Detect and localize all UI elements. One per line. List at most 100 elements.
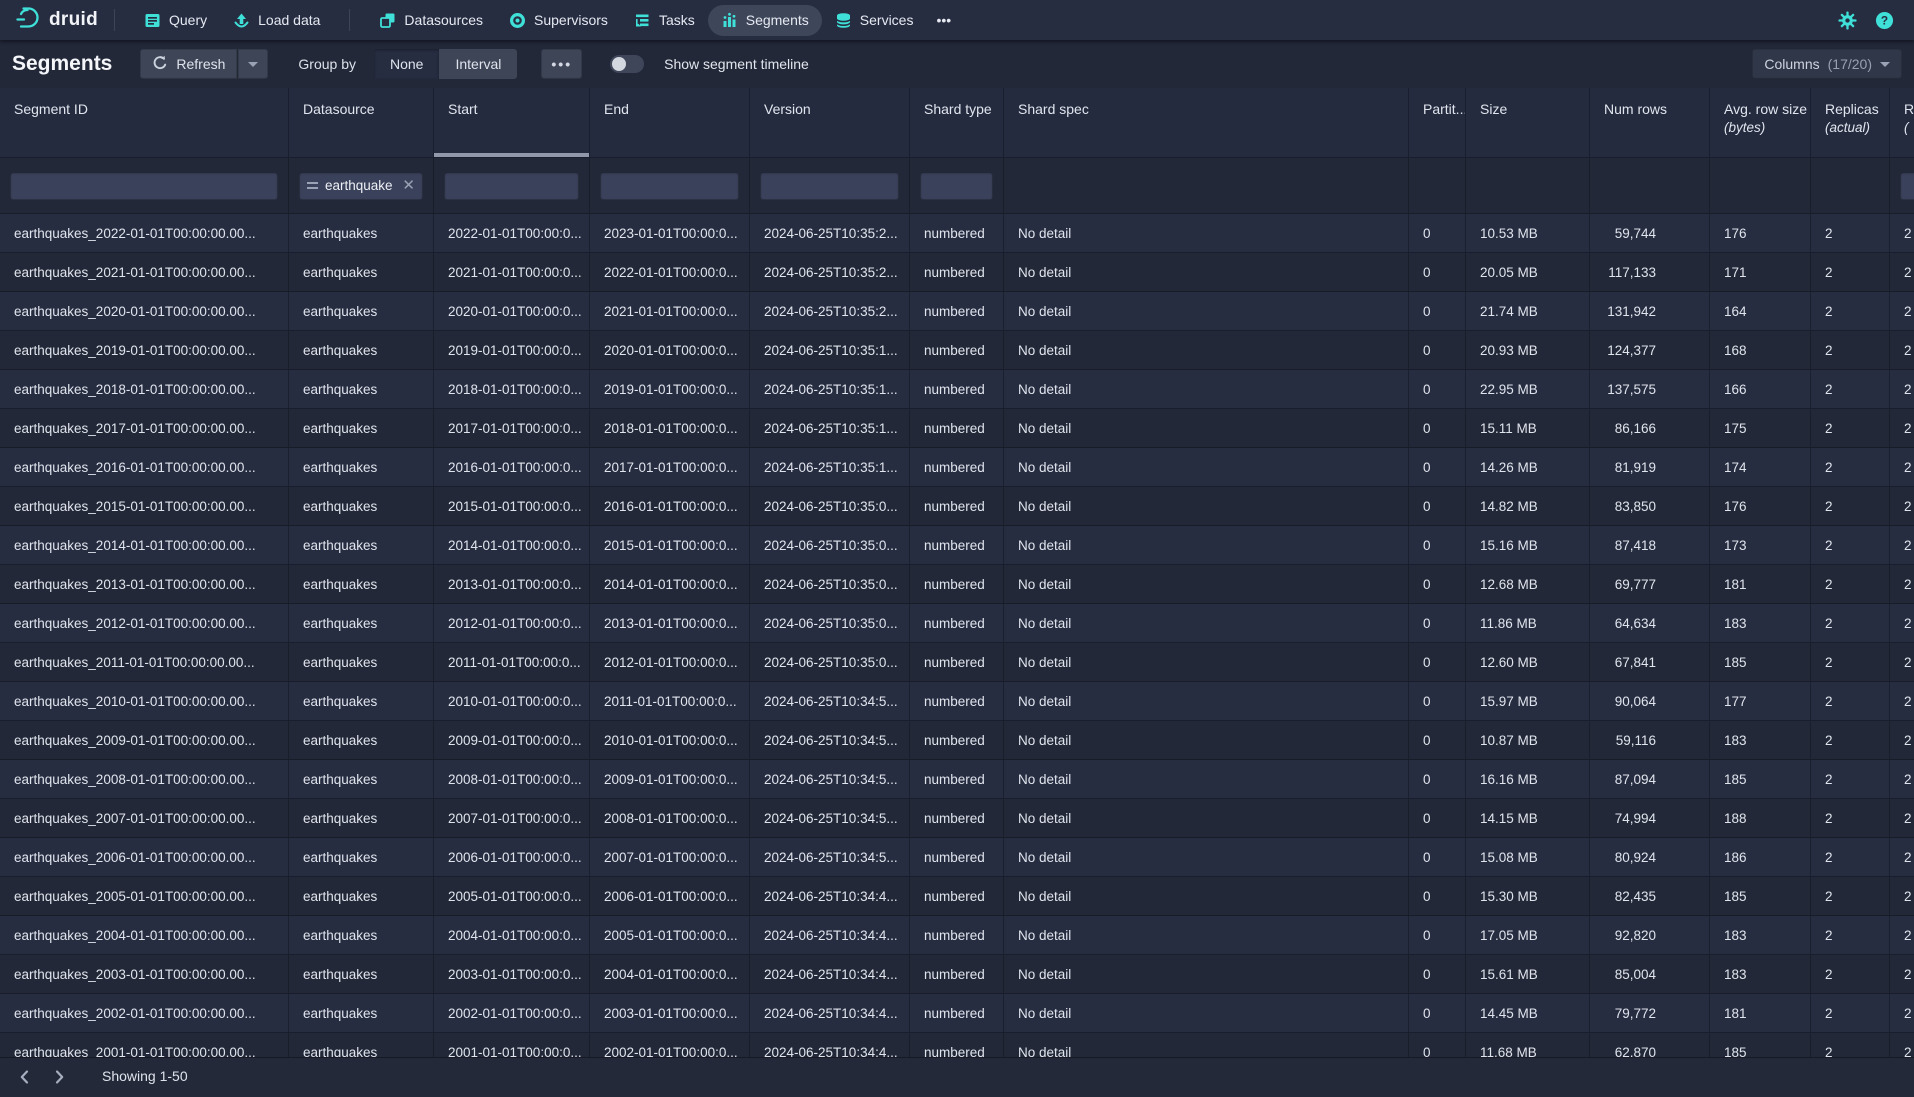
cell-segment-id: earthquakes_2022-01-01T00:00:00.00... (0, 214, 289, 252)
cell-start: 2009-01-01T00:00:0... (434, 721, 590, 759)
table-row[interactable]: earthquakes_2011-01-01T00:00:00.00... ea… (0, 643, 1914, 682)
table-row[interactable]: earthquakes_2012-01-01T00:00:00.00... ea… (0, 604, 1914, 643)
table-row[interactable]: earthquakes_2021-01-01T00:00:00.00... ea… (0, 253, 1914, 292)
filter-input-end[interactable] (600, 172, 739, 200)
column-label: Size (1480, 101, 1507, 117)
nav-item-query[interactable]: Query (131, 5, 220, 36)
cell-size: 14.26 MB (1466, 448, 1590, 486)
cell-segment-id: earthquakes_2011-01-01T00:00:00.00... (0, 643, 289, 681)
group-by-interval-button[interactable]: Interval (439, 49, 517, 79)
column-header-version[interactable]: Version (750, 88, 910, 157)
cell-num-rows: 87,418 (1590, 526, 1710, 564)
segment-timeline-toggle[interactable] (610, 55, 644, 73)
table-row[interactable]: earthquakes_2019-01-01T00:00:00.00... ea… (0, 331, 1914, 370)
cell-version: 2024-06-25T10:35:0... (750, 526, 910, 564)
refresh-button[interactable]: Refresh (140, 49, 237, 79)
filter-input-datasource[interactable]: earthquake ✕ (299, 172, 423, 200)
column-header-replicas[interactable]: Replicas (actual) (1811, 88, 1890, 157)
refresh-dropdown-button[interactable] (237, 49, 268, 79)
remove-filter-icon[interactable]: ✕ (402, 178, 415, 193)
next-page-button[interactable] (44, 1064, 74, 1090)
nav-item-datasources[interactable]: Datasources (366, 5, 496, 36)
nav-item-load-data[interactable]: Load data (220, 5, 333, 36)
table-row[interactable]: earthquakes_2009-01-01T00:00:00.00... ea… (0, 721, 1914, 760)
column-header-datasource[interactable]: Datasource (289, 88, 434, 157)
column-header-start[interactable]: Start (434, 88, 590, 157)
more-options-button[interactable]: ••• (541, 49, 582, 79)
column-sublabel: (bytes) (1724, 120, 1765, 135)
cell-shard-type: numbered (910, 682, 1004, 720)
table-row[interactable]: earthquakes_2005-01-01T00:00:00.00... ea… (0, 877, 1914, 916)
filter-input-segment-id[interactable] (10, 172, 278, 200)
cell-segment-id: earthquakes_2016-01-01T00:00:00.00... (0, 448, 289, 486)
column-header-shard-spec[interactable]: Shard spec (1004, 88, 1409, 157)
nav-more-button[interactable]: ••• (926, 5, 961, 35)
filter-input-start[interactable] (444, 172, 579, 200)
column-header-avg-row-size[interactable]: Avg. row size (bytes) (1710, 88, 1811, 157)
cell-segment-id: earthquakes_2005-01-01T00:00:00.00... (0, 877, 289, 915)
table-row[interactable]: earthquakes_2014-01-01T00:00:00.00... ea… (0, 526, 1914, 565)
cell-start: 2021-01-01T00:00:0... (434, 253, 590, 291)
cell-partition: 0 (1409, 721, 1466, 759)
nav-items: Query Load data Datasources (131, 5, 961, 36)
nav-item-segments[interactable]: Segments (708, 5, 822, 36)
filter-input-replication-factor[interactable] (1900, 172, 1914, 200)
cell-avg-row-size: 177 (1710, 682, 1811, 720)
cell-avg-row-size: 185 (1710, 1033, 1811, 1057)
filter-input-shard-type[interactable] (920, 172, 993, 200)
nav-item-supervisors[interactable]: Supervisors (496, 5, 621, 36)
cell-num-rows: 82,435 (1590, 877, 1710, 915)
nav-item-label: Datasources (404, 12, 483, 28)
table-row[interactable]: earthquakes_2002-01-01T00:00:00.00... ea… (0, 994, 1914, 1033)
table-row[interactable]: earthquakes_2003-01-01T00:00:00.00... ea… (0, 955, 1914, 994)
table-row[interactable]: earthquakes_2016-01-01T00:00:00.00... ea… (0, 448, 1914, 487)
column-label: Start (448, 101, 478, 117)
columns-button[interactable]: Columns (17/20) (1752, 49, 1902, 79)
settings-gear-icon[interactable] (1838, 11, 1857, 30)
table-row[interactable]: earthquakes_2017-01-01T00:00:00.00... ea… (0, 409, 1914, 448)
previous-page-button[interactable] (10, 1064, 40, 1090)
group-by-none-button[interactable]: None (374, 49, 439, 79)
filter-input-version[interactable] (760, 172, 899, 200)
cell-replication-factor: 2 (1890, 331, 1914, 369)
cell-shard-spec: No detail (1004, 994, 1409, 1032)
table-row[interactable]: earthquakes_2018-01-01T00:00:00.00... ea… (0, 370, 1914, 409)
table-row[interactable]: earthquakes_2020-01-01T00:00:00.00... ea… (0, 292, 1914, 331)
table-row[interactable]: earthquakes_2006-01-01T00:00:00.00... ea… (0, 838, 1914, 877)
druid-logo[interactable]: druid (14, 4, 98, 36)
column-header-shard-type[interactable]: Shard type (910, 88, 1004, 157)
cell-segment-id: earthquakes_2009-01-01T00:00:00.00... (0, 721, 289, 759)
supervisors-icon (509, 12, 526, 29)
cell-size: 20.93 MB (1466, 331, 1590, 369)
column-header-size[interactable]: Size (1466, 88, 1590, 157)
table-row[interactable]: earthquakes_2004-01-01T00:00:00.00... ea… (0, 916, 1914, 955)
nav-item-tasks[interactable]: Tasks (621, 5, 708, 36)
table-row[interactable]: earthquakes_2007-01-01T00:00:00.00... ea… (0, 799, 1914, 838)
column-header-segment-id[interactable]: Segment ID (0, 88, 289, 157)
filter-cell (1890, 158, 1914, 213)
column-header-partitioning[interactable]: Partit... (1409, 88, 1466, 157)
column-header-end[interactable]: End (590, 88, 750, 157)
column-sublabel: (actual) (1825, 120, 1870, 135)
table-row[interactable]: earthquakes_2015-01-01T00:00:00.00... ea… (0, 487, 1914, 526)
cell-shard-spec: No detail (1004, 565, 1409, 603)
table-row[interactable]: earthquakes_2013-01-01T00:00:00.00... ea… (0, 565, 1914, 604)
cell-end: 2022-01-01T00:00:0... (590, 253, 750, 291)
table-row[interactable]: earthquakes_2010-01-01T00:00:00.00... ea… (0, 682, 1914, 721)
cell-size: 12.60 MB (1466, 643, 1590, 681)
column-header-num-rows[interactable]: Num rows (1590, 88, 1710, 157)
cell-end: 2006-01-01T00:00:0... (590, 877, 750, 915)
nav-item-services[interactable]: Services (822, 5, 927, 36)
cell-datasource: earthquakes (289, 487, 434, 525)
table-row[interactable]: earthquakes_2001-01-01T00:00:00.00... ea… (0, 1033, 1914, 1057)
cell-datasource: earthquakes (289, 838, 434, 876)
column-header-replication-factor[interactable]: R ( (1890, 88, 1914, 157)
cell-datasource: earthquakes (289, 409, 434, 447)
chevron-down-icon (248, 62, 258, 67)
cell-segment-id: earthquakes_2002-01-01T00:00:00.00... (0, 994, 289, 1032)
table-row[interactable]: earthquakes_2022-01-01T00:00:00.00... ea… (0, 214, 1914, 253)
refresh-split-button: Refresh (140, 49, 268, 79)
help-icon[interactable]: ? (1875, 11, 1894, 30)
table-row[interactable]: earthquakes_2008-01-01T00:00:00.00... ea… (0, 760, 1914, 799)
cell-replication-factor: 2 (1890, 955, 1914, 993)
